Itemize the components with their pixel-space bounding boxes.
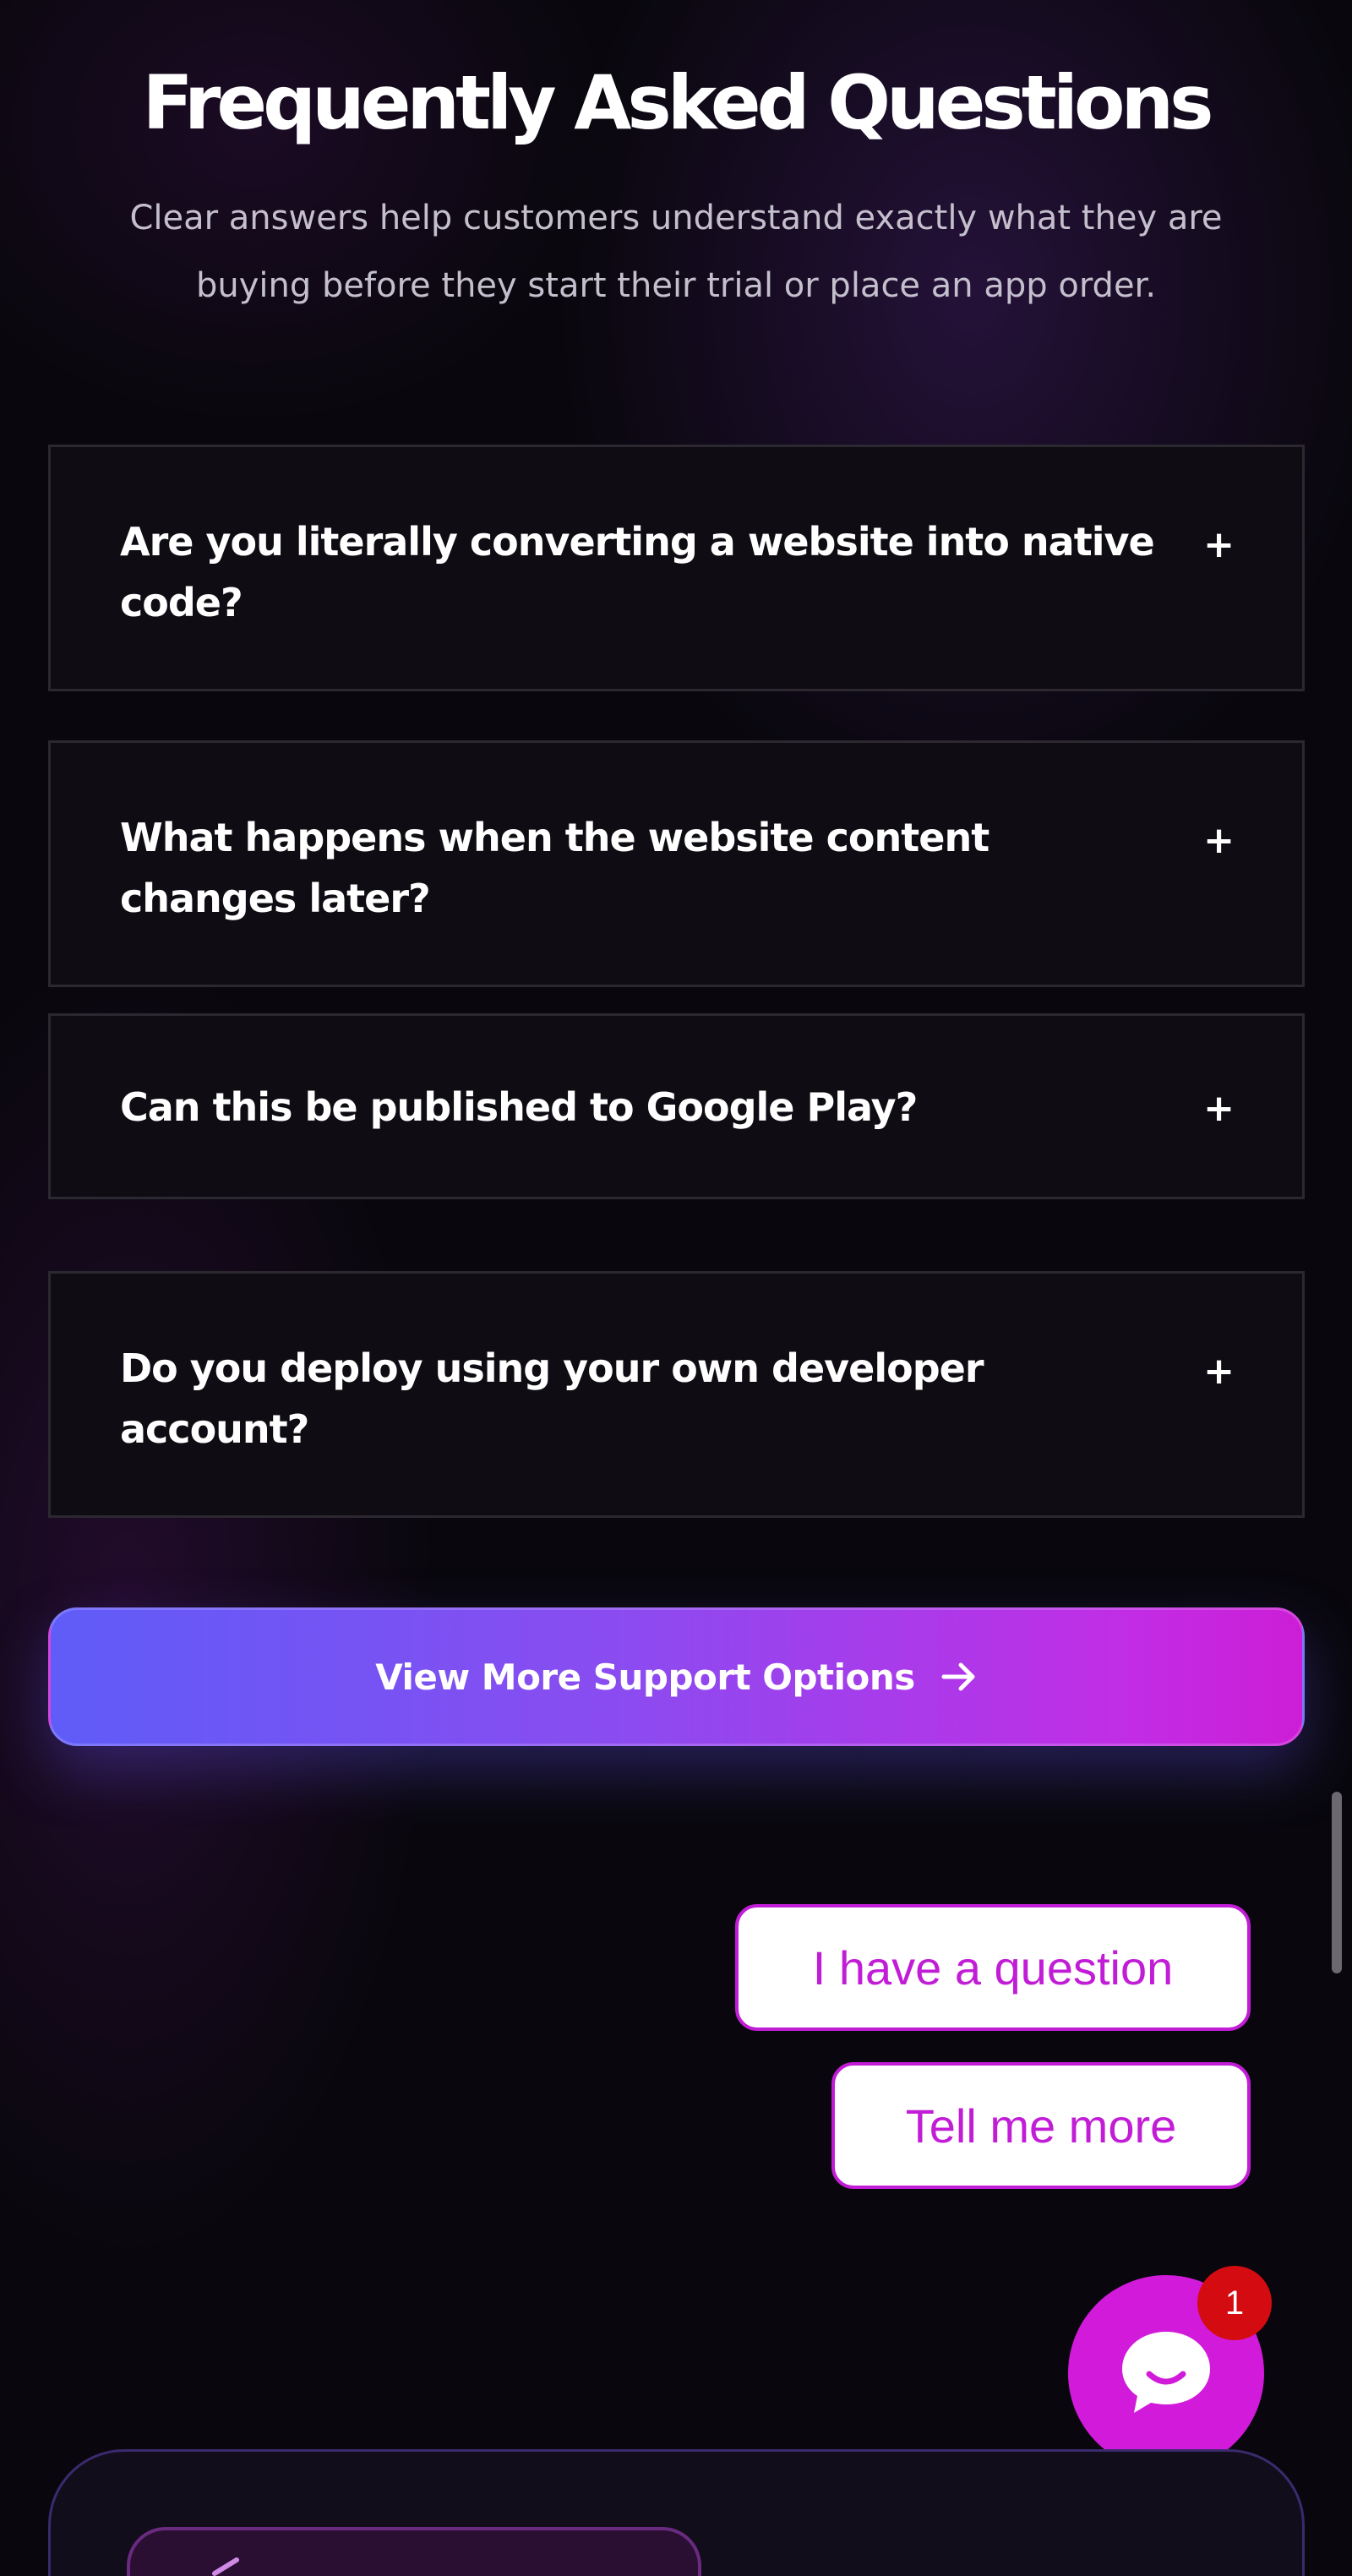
plus-icon[interactable]: + (1203, 822, 1235, 860)
notification-badge: 1 (1197, 2266, 1272, 2340)
faq-item[interactable]: Can this be published to Google Play? + (48, 1013, 1305, 1199)
faq-subtitle: Clear answers help customers understand … (93, 184, 1259, 319)
faq-question: What happens when the website content ch… (120, 807, 1168, 929)
faq-question-line2: changes later? (120, 876, 431, 921)
cta-label: View More Support Options (375, 1656, 915, 1698)
suggestion-chip-tell-more[interactable]: Tell me more (831, 2062, 1251, 2189)
scrollbar[interactable] (1332, 1792, 1342, 1973)
chip-label: Tell me more (905, 2098, 1177, 2153)
arrow-right-icon (940, 1660, 978, 1694)
page: Frequently Asked Questions Clear answers… (0, 0, 1352, 2576)
faq-item[interactable]: Are you literally converting a website i… (48, 445, 1305, 691)
faq-question-line2: account? (120, 1406, 309, 1452)
faq-question-line1: Can this be published to Google Play? (120, 1084, 918, 1130)
faq-item[interactable]: What happens when the website content ch… (48, 740, 1305, 987)
view-more-support-button[interactable]: View More Support Options (48, 1607, 1305, 1746)
faq-question: Are you literally converting a website i… (120, 511, 1168, 633)
faq-question: Can this be published to Google Play? (120, 1077, 1168, 1138)
faq-question-line2: code? (120, 580, 243, 625)
suggestion-chip-question[interactable]: I have a question (735, 1904, 1251, 2031)
plus-icon[interactable]: + (1203, 1353, 1235, 1390)
plus-icon[interactable]: + (1203, 1090, 1235, 1127)
faq-question: Do you deploy using your own developer a… (120, 1338, 1168, 1460)
chat-bubble-icon (1115, 2325, 1217, 2422)
faq-item[interactable]: Do you deploy using your own developer a… (48, 1271, 1305, 1518)
faq-question-line1: Do you deploy using your own developer (120, 1345, 984, 1391)
plus-icon[interactable]: + (1203, 527, 1235, 564)
faq-question-line1: What happens when the website content (120, 815, 989, 860)
chevron-left-icon (203, 2557, 245, 2576)
chip-label: I have a question (812, 1940, 1174, 1995)
faq-title: Frequently Asked Questions (142, 59, 1214, 146)
faq-subtitle-line1: Clear answers help customers understand … (129, 199, 1223, 237)
faq-subtitle-line2: buying before they start their trial or … (195, 266, 1157, 305)
faq-question-line1: Are you literally converting a website i… (120, 519, 1155, 565)
